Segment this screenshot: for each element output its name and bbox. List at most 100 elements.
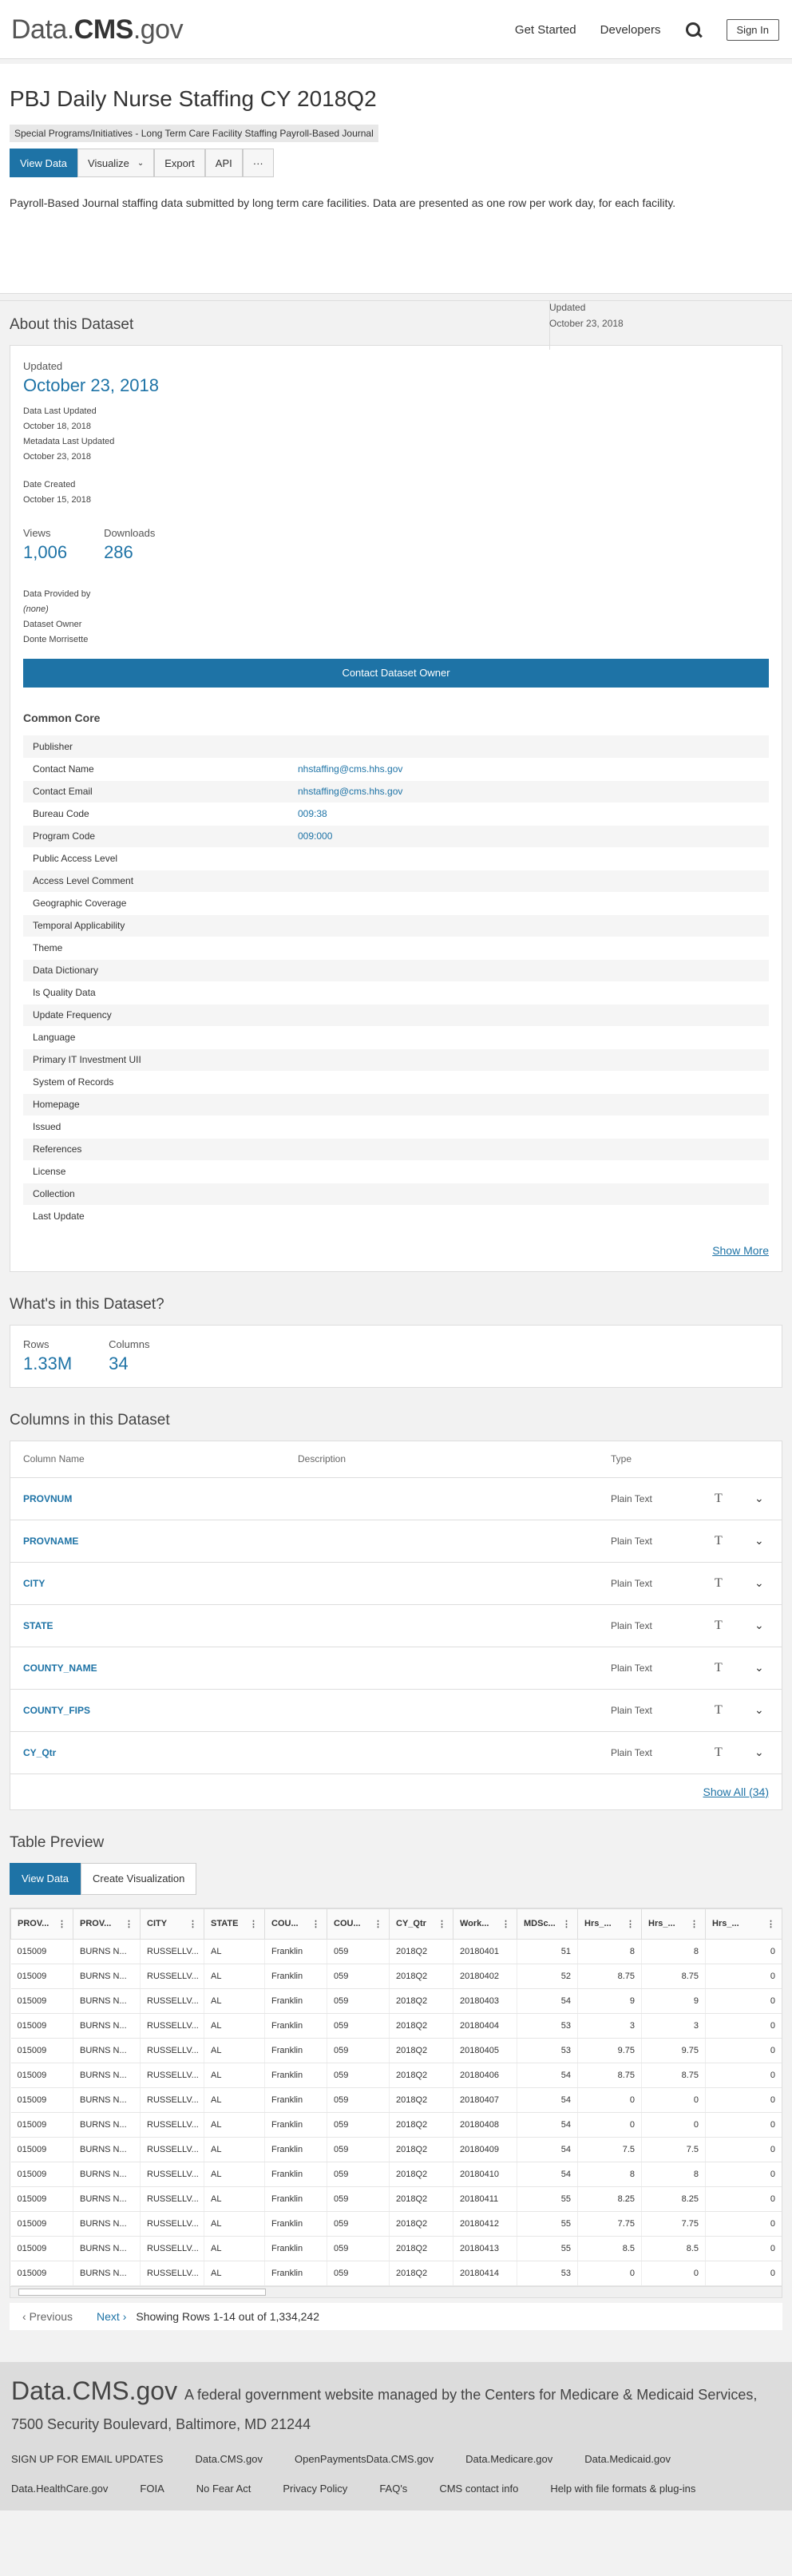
next-page-button[interactable]: Next ›: [97, 2310, 126, 2323]
grid-column-header[interactable]: Hrs_... ⋮: [641, 1908, 706, 1940]
grid-column-header[interactable]: CY_Qtr ⋮: [389, 1908, 453, 1940]
column-menu-icon[interactable]: ⋮: [374, 1919, 382, 1929]
grid-column-header[interactable]: CITY ⋮: [140, 1908, 204, 1940]
table-cell: BURNS N...: [73, 2162, 141, 2187]
contact-owner-button[interactable]: Contact Dataset Owner: [23, 659, 769, 688]
footer-link[interactable]: FOIA: [140, 2483, 164, 2495]
visualize-button[interactable]: Visualize ⌄: [77, 149, 155, 177]
column-row[interactable]: STATE Plain Text T ⌄: [10, 1605, 782, 1647]
column-menu-icon[interactable]: ⋮: [626, 1919, 635, 1929]
grid-column-header[interactable]: Work... ⋮: [453, 1908, 517, 1940]
table-cell: Franklin: [264, 2063, 327, 2088]
horizontal-scrollbar[interactable]: [10, 2285, 782, 2297]
grid-column-header[interactable]: PROV... ⋮: [10, 1908, 73, 1940]
get-started-link[interactable]: Get Started: [515, 23, 576, 37]
grid-column-header[interactable]: PROV... ⋮: [73, 1908, 141, 1940]
metadata-value[interactable]: nhstaffing@cms.hhs.gov: [288, 780, 769, 803]
chevron-down-icon[interactable]: ⌄: [754, 1703, 769, 1717]
chevron-down-icon[interactable]: ⌄: [754, 1492, 769, 1505]
column-menu-icon[interactable]: ⋮: [501, 1919, 510, 1929]
footer-link[interactable]: Data.Medicaid.gov: [584, 2453, 671, 2465]
search-icon[interactable]: [685, 22, 703, 39]
column-row[interactable]: CITY Plain Text T ⌄: [10, 1563, 782, 1605]
grid-column-header[interactable]: MDSc... ⋮: [517, 1908, 578, 1940]
developers-link[interactable]: Developers: [600, 23, 661, 37]
table-row: 015009 BURNS N... RUSSELLV... AL Franklin 059…: [10, 2186, 782, 2212]
table-cell: Franklin: [264, 2013, 327, 2039]
metadata-key: Language: [23, 1026, 288, 1049]
text-type-icon: T: [715, 1702, 723, 1717]
footer-link[interactable]: CMS contact info: [439, 2483, 518, 2495]
footer-link[interactable]: SIGN UP FOR EMAIL UPDATES: [11, 2453, 163, 2465]
metadata-key: Access Level Comment: [23, 870, 288, 893]
column-menu-icon[interactable]: ⋮: [766, 1919, 775, 1929]
export-button[interactable]: Export: [154, 149, 205, 177]
metadata-value: [288, 1183, 769, 1206]
column-name[interactable]: COUNTY_FIPS: [23, 1705, 298, 1716]
grid-column-header[interactable]: COU... ⋮: [264, 1908, 327, 1940]
column-menu-icon[interactable]: ⋮: [125, 1919, 133, 1929]
column-menu-icon[interactable]: ⋮: [690, 1919, 699, 1929]
column-name[interactable]: PROVNAME: [23, 1536, 298, 1547]
column-row[interactable]: CY_Qtr Plain Text T ⌄: [10, 1732, 782, 1774]
chevron-down-icon[interactable]: ⌄: [754, 1534, 769, 1548]
more-actions-button[interactable]: ···: [242, 149, 274, 177]
column-menu-icon[interactable]: ⋮: [188, 1919, 197, 1929]
show-more-link[interactable]: Show More: [23, 1244, 769, 1257]
footer-link[interactable]: Privacy Policy: [283, 2483, 347, 2495]
footer-link[interactable]: Data.Medicare.gov: [465, 2453, 552, 2465]
table-cell: AL: [204, 2063, 265, 2088]
table-cell: 2018Q2: [389, 1939, 453, 1964]
text-type-icon: T: [715, 1575, 723, 1590]
create-visualization-button[interactable]: Create Visualization: [81, 1862, 197, 1895]
table-cell: 51: [517, 1939, 578, 1964]
column-name[interactable]: STATE: [23, 1620, 298, 1631]
column-row[interactable]: COUNTY_NAME Plain Text T ⌄: [10, 1647, 782, 1690]
view-data-button[interactable]: View Data: [10, 149, 78, 177]
grid-column-header[interactable]: Hrs_... ⋮: [705, 1908, 782, 1940]
chevron-down-icon[interactable]: ⌄: [754, 1576, 769, 1590]
about-card: Updated October 23, 2018 Data Last Updat…: [10, 345, 782, 1272]
column-menu-icon[interactable]: ⋮: [438, 1919, 446, 1929]
show-all-columns-link[interactable]: Show All (34): [10, 1774, 782, 1809]
footer-link[interactable]: No Fear Act: [196, 2483, 251, 2495]
footer-link[interactable]: Data.HealthCare.gov: [11, 2483, 108, 2495]
column-name[interactable]: COUNTY_NAME: [23, 1663, 298, 1674]
sign-in-button[interactable]: Sign In: [726, 19, 779, 41]
column-menu-icon[interactable]: ⋮: [311, 1919, 320, 1929]
chevron-down-icon[interactable]: ⌄: [754, 1746, 769, 1759]
metadata-row: Public Access Level: [23, 847, 769, 870]
column-row[interactable]: PROVNUM Plain Text T ⌄: [10, 1478, 782, 1520]
column-row[interactable]: COUNTY_FIPS Plain Text T ⌄: [10, 1690, 782, 1732]
column-menu-icon[interactable]: ⋮: [249, 1919, 258, 1929]
footer-link[interactable]: FAQ's: [379, 2483, 407, 2495]
table-cell: AL: [204, 1988, 265, 2014]
table-cell: 7.5: [577, 2137, 642, 2162]
footer-link[interactable]: Data.CMS.gov: [195, 2453, 263, 2465]
metadata-value[interactable]: nhstaffing@cms.hhs.gov: [288, 758, 769, 781]
scrollbar-thumb[interactable]: [18, 2288, 266, 2296]
category-badge[interactable]: Special Programs/Initiatives - Long Term…: [10, 125, 378, 142]
grid-column-header[interactable]: COU... ⋮: [327, 1908, 390, 1940]
columns-count: 34: [109, 1353, 129, 1373]
column-name[interactable]: CITY: [23, 1578, 298, 1589]
column-menu-icon[interactable]: ⋮: [562, 1919, 571, 1929]
table-cell: 059: [327, 2087, 390, 2113]
column-name[interactable]: PROVNUM: [23, 1493, 298, 1504]
column-row[interactable]: PROVNAME Plain Text T ⌄: [10, 1520, 782, 1563]
grid-column-header[interactable]: STATE ⋮: [204, 1908, 265, 1940]
preview-view-data-button[interactable]: View Data: [10, 1862, 81, 1895]
chevron-down-icon[interactable]: ⌄: [754, 1619, 769, 1632]
grid-column-header[interactable]: Hrs_... ⋮: [577, 1908, 642, 1940]
chevron-down-icon[interactable]: ⌄: [754, 1661, 769, 1674]
table-row: 015009 BURNS N... RUSSELLV... AL Franklin 059…: [10, 2162, 782, 2187]
footer-link[interactable]: OpenPaymentsData.CMS.gov: [295, 2453, 434, 2465]
column-name[interactable]: CY_Qtr: [23, 1747, 298, 1758]
table-cell: 54: [517, 1988, 578, 2014]
site-logo[interactable]: Data.CMS.gov: [11, 14, 184, 46]
table-row: 015009 BURNS N... RUSSELLV... AL Franklin 059…: [10, 2137, 782, 2162]
api-button[interactable]: API: [204, 149, 243, 177]
footer-link[interactable]: Help with file formats & plug-ins: [550, 2483, 695, 2495]
previous-page-button[interactable]: ‹ Previous: [22, 2310, 73, 2323]
column-menu-icon[interactable]: ⋮: [57, 1919, 66, 1929]
